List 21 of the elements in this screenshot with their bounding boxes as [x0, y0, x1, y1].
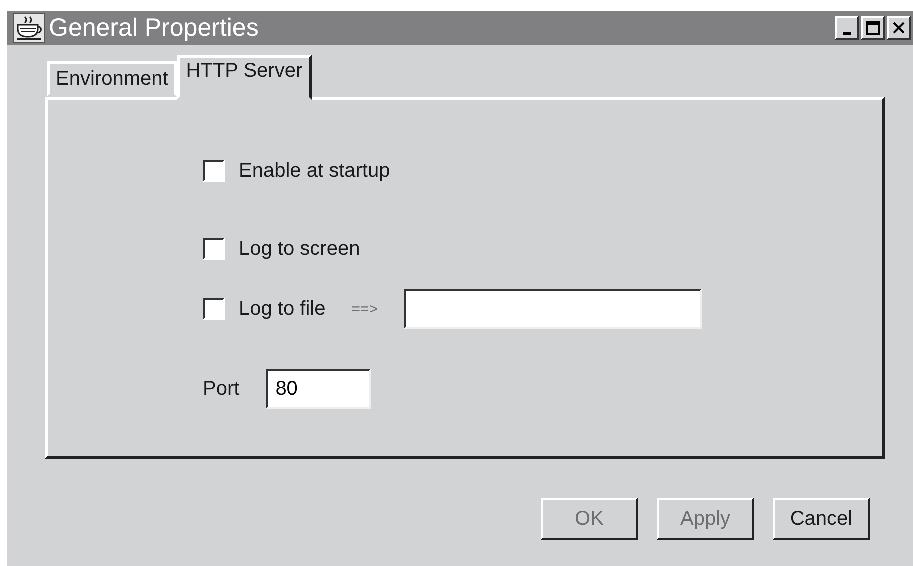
close-icon: [892, 21, 906, 35]
file-path-field[interactable]: [404, 289, 702, 329]
window-title: General Properties: [49, 14, 260, 42]
checkbox-label: Enable at startup: [239, 160, 390, 182]
port-field[interactable]: 80: [266, 369, 371, 409]
checkbox[interactable]: [203, 238, 225, 260]
coffee-cup-icon: [13, 13, 45, 43]
checkbox-label: Log to file: [239, 298, 326, 320]
maximize-icon: [866, 21, 880, 35]
port-label: Port: [203, 378, 240, 400]
arrow-text: ==>: [352, 300, 378, 318]
checkbox[interactable]: [203, 160, 225, 182]
minimize-button[interactable]: [835, 16, 859, 40]
maximize-button[interactable]: [861, 16, 885, 40]
checkbox[interactable]: [203, 298, 225, 320]
close-button[interactable]: [887, 16, 911, 40]
checkbox-label: Log to screen: [239, 238, 360, 260]
tab[interactable]: HTTP Server: [177, 55, 312, 100]
minimize-icon: [843, 32, 851, 34]
tab[interactable]: Environment: [47, 61, 178, 97]
dialog-button[interactable]: Cancel: [773, 498, 870, 540]
